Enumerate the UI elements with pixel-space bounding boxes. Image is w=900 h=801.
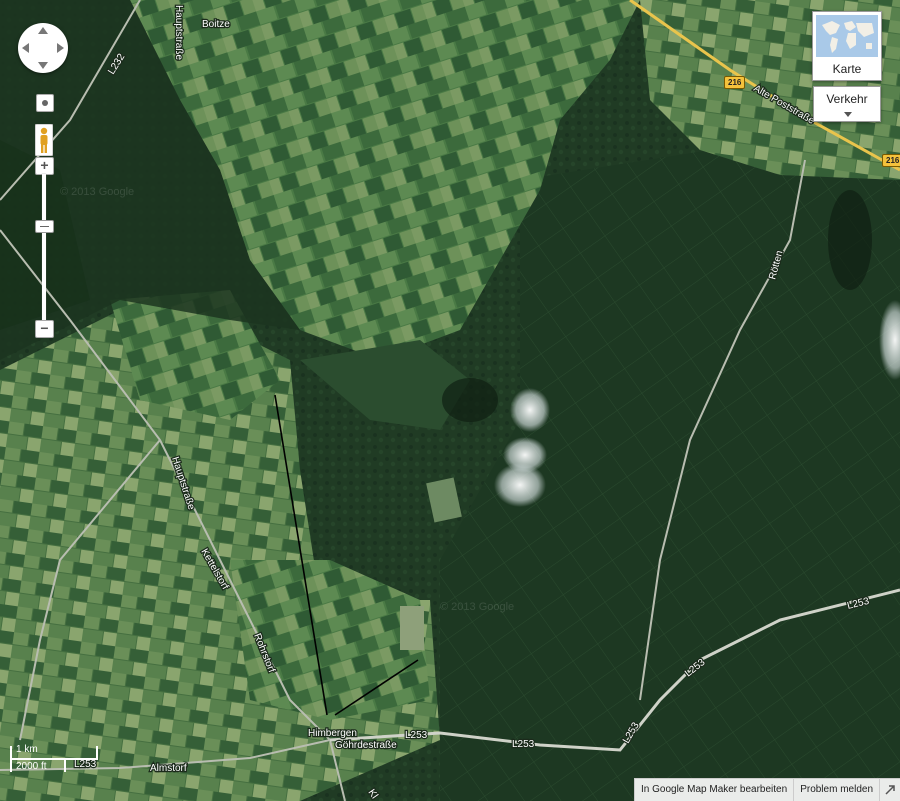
traffic-label: Verkehr — [826, 92, 868, 106]
label-boitze: Boitze — [202, 19, 230, 30]
satellite-map[interactable]: © 2013 Google © 2013 Google Boitze Haupt… — [0, 0, 900, 801]
svg-text:© 2013 Google: © 2013 Google — [60, 186, 134, 198]
scale-imperial: 2000 ft — [16, 761, 47, 772]
pan-down-icon[interactable] — [38, 62, 48, 69]
pan-control[interactable] — [18, 23, 68, 73]
zoom-out-button[interactable]: − — [35, 320, 54, 338]
chevron-down-icon — [844, 112, 852, 117]
scale-bar: 1 km 2000 ft — [6, 744, 98, 774]
expand-icon[interactable] — [879, 779, 900, 801]
pegman-icon[interactable] — [35, 124, 53, 156]
road-shield-216-a: 216 — [724, 76, 746, 89]
pan-right-icon[interactable] — [57, 43, 64, 53]
zoom-in-button[interactable]: + — [35, 157, 54, 175]
road-shield-216-b: 216 — [882, 154, 900, 167]
label-almstorf: Almstorf — [150, 763, 187, 774]
svg-text:© 2013 Google: © 2013 Google — [440, 601, 514, 613]
traffic-button[interactable]: Verkehr — [813, 86, 881, 122]
label-l253-a: L253 — [405, 730, 428, 741]
label-goehrdestrasse: Göhrdestraße — [335, 740, 397, 751]
zoom-slider-thumb[interactable] — [35, 220, 54, 233]
label-l253-b: L253 — [512, 739, 535, 750]
satellite-imagery: © 2013 Google © 2013 Google Boitze Haupt… — [0, 0, 900, 801]
pan-up-icon[interactable] — [38, 27, 48, 34]
map-type-label: Karte — [832, 62, 862, 76]
reset-view-button[interactable] — [36, 94, 54, 112]
report-problem-link[interactable]: Problem melden — [793, 779, 879, 801]
map-type-button[interactable]: Karte — [812, 11, 882, 81]
map-maker-edit-link[interactable]: In Google Map Maker bearbeiten — [633, 779, 793, 801]
map-footer: In Google Map Maker bearbeiten Problem m… — [633, 778, 900, 801]
scale-metric: 1 km — [16, 744, 38, 755]
label-himbergen: Himbergen — [308, 728, 357, 739]
pan-left-icon[interactable] — [22, 43, 29, 53]
label-hauptstrasse-top: Hauptstraße — [173, 5, 184, 60]
world-map-icon — [816, 15, 878, 57]
zoom-slider-track[interactable] — [42, 174, 46, 322]
